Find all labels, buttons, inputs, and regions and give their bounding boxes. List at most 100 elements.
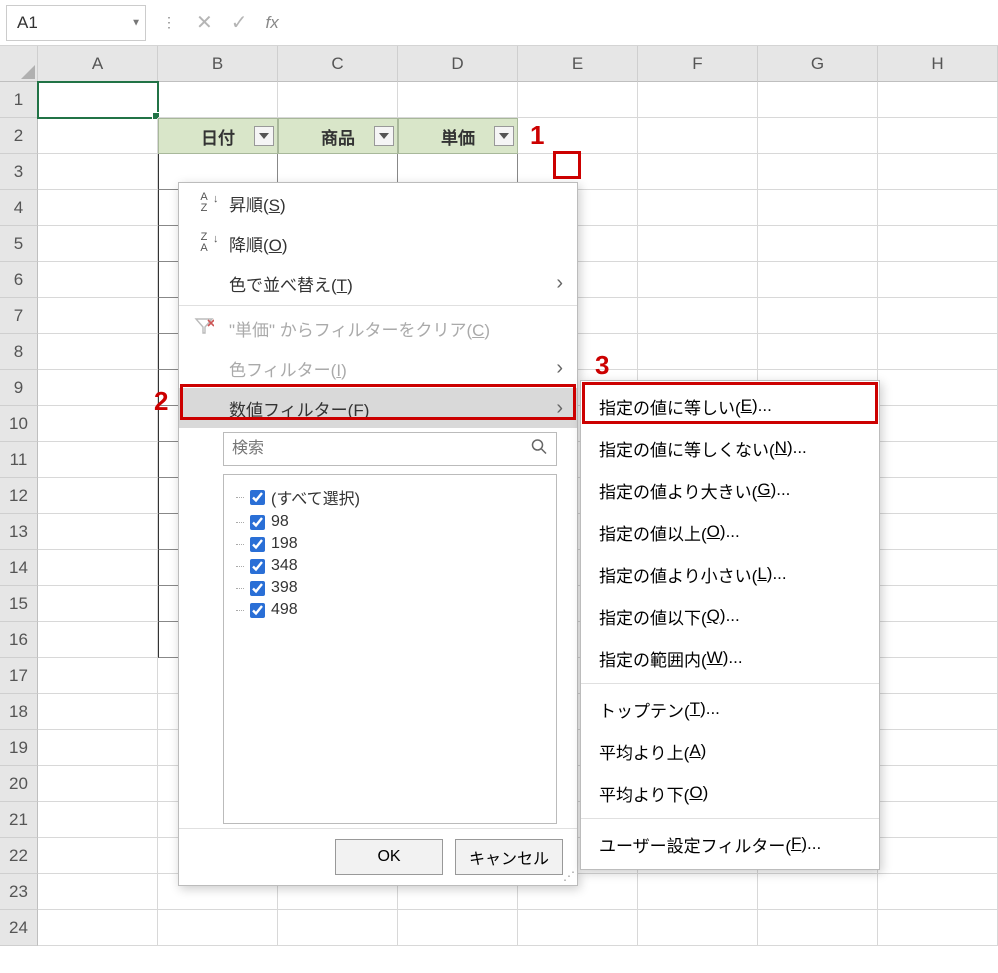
sub-less[interactable]: 指定の値より小さい(L)... [581, 553, 879, 595]
row-header[interactable]: 17 [0, 658, 38, 694]
row-header[interactable]: 6 [0, 262, 38, 298]
sub-greater[interactable]: 指定の値より大きい(G)... [581, 469, 879, 511]
sub-between[interactable]: 指定の範囲内(W)... [581, 637, 879, 679]
cell[interactable] [878, 514, 998, 550]
cell[interactable] [38, 514, 158, 550]
cell[interactable] [38, 226, 158, 262]
check-item[interactable]: 198 [232, 533, 548, 555]
cell[interactable] [158, 910, 278, 946]
cell[interactable] [38, 118, 158, 154]
cell[interactable] [758, 910, 878, 946]
checkbox[interactable] [250, 559, 265, 574]
row-header[interactable]: 16 [0, 622, 38, 658]
confirm-icon[interactable]: ✓ [231, 10, 248, 35]
row-header[interactable]: 20 [0, 766, 38, 802]
cell[interactable] [758, 190, 878, 226]
cell[interactable] [878, 298, 998, 334]
filter-dropdown-icon[interactable] [374, 126, 394, 146]
row-header[interactable]: 9 [0, 370, 38, 406]
row-header[interactable]: 19 [0, 730, 38, 766]
check-item[interactable]: 98 [232, 511, 548, 533]
sub-greater-eq[interactable]: 指定の値以上(O)... [581, 511, 879, 553]
cell[interactable] [758, 874, 878, 910]
cell[interactable] [878, 118, 998, 154]
row-header[interactable]: 12 [0, 478, 38, 514]
cell[interactable] [758, 82, 878, 118]
namebox-dropdown-icon[interactable]: ▼ [131, 17, 141, 28]
row-header[interactable]: 21 [0, 802, 38, 838]
cell[interactable] [878, 334, 998, 370]
row-header[interactable]: 15 [0, 586, 38, 622]
cell[interactable] [38, 154, 158, 190]
cell[interactable] [38, 766, 158, 802]
cell[interactable] [878, 838, 998, 874]
row-header[interactable]: 7 [0, 298, 38, 334]
cell[interactable] [878, 262, 998, 298]
cell[interactable] [878, 154, 998, 190]
cell[interactable] [638, 118, 758, 154]
checkbox[interactable] [250, 603, 265, 618]
cell[interactable] [38, 586, 158, 622]
cell[interactable] [878, 550, 998, 586]
sub-above-avg[interactable]: 平均より上(A) [581, 730, 879, 772]
check-item[interactable]: 398 [232, 577, 548, 599]
col-header[interactable]: D [398, 46, 518, 82]
cell[interactable] [278, 82, 398, 118]
cell[interactable] [758, 262, 878, 298]
sub-less-eq[interactable]: 指定の値以下(Q)... [581, 595, 879, 637]
number-filter-item[interactable]: 数値フィルター(F) [179, 388, 577, 428]
cell[interactable] [38, 874, 158, 910]
cell[interactable] [158, 82, 278, 118]
cell[interactable] [878, 802, 998, 838]
check-item-all[interactable]: (すべて選択) [232, 483, 548, 511]
cell[interactable] [758, 334, 878, 370]
cell[interactable] [758, 118, 878, 154]
sort-desc-item[interactable]: ZA↓ 降順(O) [179, 223, 577, 263]
cell[interactable] [878, 478, 998, 514]
cell[interactable] [878, 226, 998, 262]
check-item[interactable]: 348 [232, 555, 548, 577]
checkbox[interactable] [250, 537, 265, 552]
row-header[interactable]: 4 [0, 190, 38, 226]
cell[interactable] [518, 82, 638, 118]
col-header[interactable]: A [38, 46, 158, 82]
col-header[interactable]: G [758, 46, 878, 82]
cancel-button[interactable]: キャンセル [455, 839, 563, 875]
table-header-date[interactable]: 日付 [158, 118, 278, 154]
row-header[interactable]: 11 [0, 442, 38, 478]
name-box[interactable]: A1 ▼ [6, 5, 146, 41]
cell[interactable] [398, 910, 518, 946]
table-header-product[interactable]: 商品 [278, 118, 398, 154]
cell[interactable] [758, 298, 878, 334]
col-header[interactable]: B [158, 46, 278, 82]
cell[interactable] [878, 766, 998, 802]
cell[interactable] [38, 298, 158, 334]
cell[interactable] [878, 406, 998, 442]
cell[interactable] [878, 910, 998, 946]
cell[interactable] [878, 730, 998, 766]
filter-search-input[interactable] [223, 432, 557, 466]
sub-not-equal[interactable]: 指定の値に等しくない(N)... [581, 427, 879, 469]
table-header-price[interactable]: 単価 [398, 118, 518, 154]
collapse-icon[interactable]: ⋮ [152, 14, 186, 31]
cell[interactable] [38, 442, 158, 478]
col-header[interactable]: F [638, 46, 758, 82]
cell[interactable] [878, 190, 998, 226]
cell[interactable] [38, 910, 158, 946]
cell[interactable] [638, 874, 758, 910]
cell[interactable] [38, 694, 158, 730]
cell[interactable] [878, 586, 998, 622]
cell-A1[interactable] [38, 82, 158, 118]
cell[interactable] [278, 910, 398, 946]
sub-below-avg[interactable]: 平均より下(O) [581, 772, 879, 814]
cell[interactable] [638, 262, 758, 298]
cell[interactable] [398, 82, 518, 118]
cell[interactable] [878, 874, 998, 910]
cell[interactable] [38, 190, 158, 226]
cell[interactable] [638, 910, 758, 946]
row-header[interactable]: 22 [0, 838, 38, 874]
check-item[interactable]: 498 [232, 599, 548, 621]
cell[interactable] [878, 82, 998, 118]
row-header[interactable]: 2 [0, 118, 38, 154]
select-all-corner[interactable] [0, 46, 38, 82]
